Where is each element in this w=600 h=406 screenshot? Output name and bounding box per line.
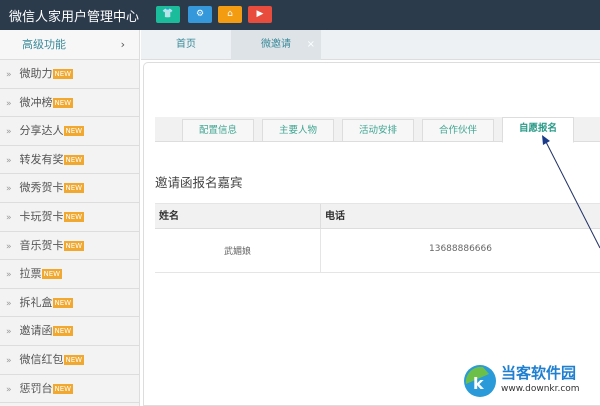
- svg-text:k: k: [473, 374, 484, 393]
- watermark-name: 当客软件园: [501, 364, 577, 382]
- logo-icon: k: [464, 365, 496, 397]
- watermark-url: www.downkr.com: [501, 384, 580, 394]
- annotation-arrow: [542, 135, 600, 249]
